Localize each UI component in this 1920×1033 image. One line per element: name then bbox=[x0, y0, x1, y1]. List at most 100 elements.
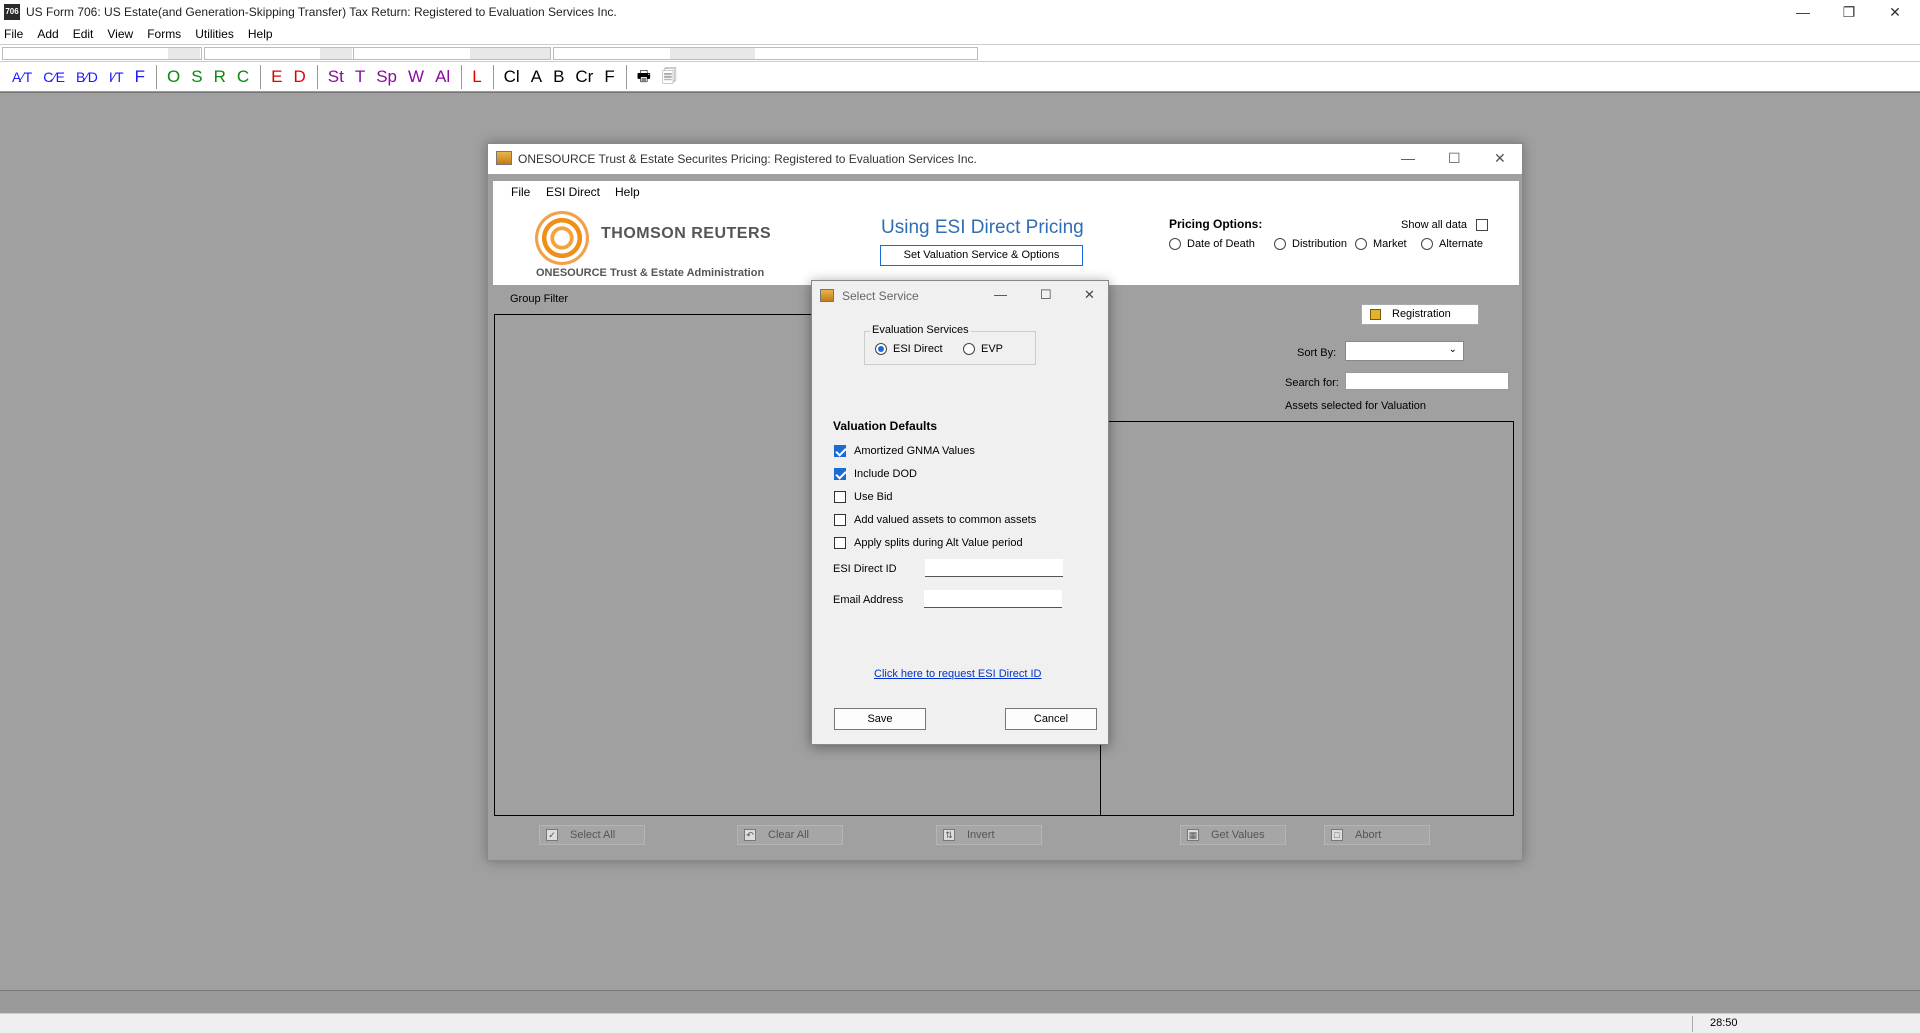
tb-cl[interactable]: Cl bbox=[504, 62, 520, 92]
menu-file[interactable]: File bbox=[4, 27, 23, 41]
sort-by-select[interactable]: ⌄ bbox=[1345, 341, 1464, 361]
minimize-icon[interactable]: — bbox=[1401, 150, 1415, 166]
maximize-icon[interactable]: ☐ bbox=[1448, 150, 1461, 167]
selected-assets-list[interactable] bbox=[1100, 421, 1514, 816]
undo-icon: ↶ bbox=[744, 829, 756, 841]
esi-direct-id-field[interactable] bbox=[925, 559, 1063, 577]
checkbox-checked-icon bbox=[834, 445, 846, 457]
get-values-button[interactable]: ▦ Get Values bbox=[1180, 825, 1286, 845]
get-values-icon: ▦ bbox=[1187, 829, 1199, 841]
menu-utilities[interactable]: Utilities bbox=[195, 27, 234, 41]
minimize-icon[interactable]: — bbox=[1780, 0, 1826, 24]
select-all-button[interactable]: ✓ Select All bbox=[539, 825, 645, 845]
abort-button[interactable]: □ Abort bbox=[1324, 825, 1430, 845]
form-selector-dropdown[interactable] bbox=[168, 48, 200, 59]
menu-file[interactable]: File bbox=[511, 185, 530, 199]
invert-button[interactable]: ⇅ Invert bbox=[936, 825, 1042, 845]
toolbar-separator bbox=[260, 64, 262, 89]
menu-add[interactable]: Add bbox=[37, 27, 58, 41]
app-title: US Form 706: US Estate(and Generation-Sk… bbox=[26, 5, 617, 19]
checkbox-add-valued-assets[interactable]: Add valued assets to common assets bbox=[834, 514, 1036, 526]
select-service-dialog: Select Service — ☐ ✕ Evaluation Services… bbox=[811, 280, 1109, 745]
show-all-checkbox[interactable] bbox=[1476, 219, 1488, 231]
radio-icon bbox=[963, 343, 975, 355]
toolbar-separator bbox=[492, 64, 494, 89]
print-icon[interactable]: 🖶 bbox=[637, 62, 651, 92]
checkbox-apply-splits[interactable]: Apply splits during Alt Value period bbox=[834, 537, 1023, 549]
menu-forms[interactable]: Forms bbox=[147, 27, 181, 41]
tb-w[interactable]: W bbox=[408, 62, 424, 92]
menu-help[interactable]: Help bbox=[615, 185, 640, 199]
get-values-label: Get Values bbox=[1211, 829, 1265, 841]
esi-direct-id-label: ESI Direct ID bbox=[833, 563, 897, 575]
close-icon[interactable]: ✕ bbox=[1494, 150, 1506, 167]
tb-st[interactable]: St bbox=[328, 62, 344, 92]
tb-it[interactable]: I⁄T bbox=[109, 62, 124, 92]
tb-f2[interactable]: F bbox=[604, 62, 614, 92]
option-market[interactable]: Market bbox=[1355, 238, 1407, 250]
toolbar-separator bbox=[625, 64, 627, 89]
status-separator bbox=[1692, 1016, 1693, 1032]
app-menubar: File Add Edit View Forms Utilities Help bbox=[0, 24, 1920, 44]
tb-o[interactable]: O bbox=[167, 62, 180, 92]
toolbar-separator bbox=[461, 64, 463, 89]
menu-edit[interactable]: Edit bbox=[73, 27, 94, 41]
cancel-button[interactable]: Cancel bbox=[1005, 708, 1097, 730]
checkbox-icon bbox=[834, 537, 846, 549]
tb-s[interactable]: S bbox=[191, 62, 202, 92]
tb-t[interactable]: T bbox=[355, 62, 365, 92]
radio-icon bbox=[1274, 238, 1286, 250]
tb-l[interactable]: L bbox=[472, 62, 481, 92]
maximize-icon[interactable]: ☐ bbox=[1040, 287, 1052, 303]
tb-a[interactable]: A bbox=[531, 62, 542, 92]
minimize-icon[interactable]: — bbox=[994, 287, 1007, 302]
request-esi-id-link[interactable]: Click here to request ESI Direct ID bbox=[874, 668, 1042, 680]
radio-icon bbox=[1355, 238, 1367, 250]
tb-c[interactable]: C bbox=[237, 62, 249, 92]
tb-d[interactable]: D bbox=[293, 62, 305, 92]
option-distribution[interactable]: Distribution bbox=[1274, 238, 1347, 250]
set-valuation-button[interactable]: Set Valuation Service & Options bbox=[880, 245, 1083, 266]
option-alternate[interactable]: Alternate bbox=[1421, 238, 1483, 250]
checkbox-icon bbox=[834, 514, 846, 526]
field-selector[interactable] bbox=[553, 47, 978, 60]
pricing-header: THOMSON REUTERS ONESOURCE Trust & Estate… bbox=[493, 203, 1519, 285]
registration-button[interactable]: Registration bbox=[1361, 304, 1479, 325]
tb-at[interactable]: A⁄T bbox=[12, 62, 32, 92]
tb-b[interactable]: B bbox=[553, 62, 564, 92]
menu-view[interactable]: View bbox=[107, 27, 133, 41]
tb-cr[interactable]: Cr bbox=[575, 62, 593, 92]
statusbar: 28:50 bbox=[0, 1013, 1920, 1033]
menu-help[interactable]: Help bbox=[248, 27, 273, 41]
close-icon[interactable]: ✕ bbox=[1084, 287, 1095, 303]
checkbox-amortized-gnma[interactable]: Amortized GNMA Values bbox=[834, 445, 975, 457]
app-titlebar: 706 US Form 706: US Estate(and Generatio… bbox=[0, 0, 1920, 24]
tb-e[interactable]: E bbox=[271, 62, 282, 92]
clear-all-button[interactable]: ↶ Clear All bbox=[737, 825, 843, 845]
section-selector-dropdown[interactable] bbox=[470, 48, 550, 59]
invert-label: Invert bbox=[967, 829, 995, 841]
close-icon[interactable]: ✕ bbox=[1872, 0, 1918, 24]
tb-bd[interactable]: B⁄D bbox=[76, 62, 98, 92]
print-preview-icon[interactable]: 🗐 bbox=[662, 62, 677, 92]
menu-esi-direct[interactable]: ESI Direct bbox=[546, 185, 600, 199]
tb-al[interactable]: Al bbox=[435, 62, 450, 92]
tb-sp[interactable]: Sp bbox=[376, 62, 397, 92]
selector-strip bbox=[0, 44, 1920, 62]
search-input[interactable] bbox=[1345, 372, 1509, 390]
chevron-down-icon: ⌄ bbox=[1448, 344, 1457, 355]
tb-f[interactable]: F bbox=[135, 62, 145, 92]
checkbox-label: Include DOD bbox=[854, 468, 917, 480]
page-selector-dropdown[interactable] bbox=[320, 48, 352, 59]
field-selector-dropdown[interactable] bbox=[670, 48, 755, 59]
restore-icon[interactable]: ❐ bbox=[1826, 0, 1872, 24]
email-field[interactable] bbox=[924, 590, 1062, 608]
service-evp[interactable]: EVP bbox=[963, 343, 1003, 355]
service-esi-direct[interactable]: ESI Direct bbox=[875, 343, 943, 355]
checkbox-include-dod[interactable]: Include DOD bbox=[834, 468, 917, 480]
tb-ce[interactable]: C⁄E bbox=[43, 62, 65, 92]
option-date-of-death[interactable]: Date of Death bbox=[1169, 238, 1255, 250]
tb-r[interactable]: R bbox=[214, 62, 226, 92]
save-button[interactable]: Save bbox=[834, 708, 926, 730]
checkbox-use-bid[interactable]: Use Bid bbox=[834, 491, 893, 503]
